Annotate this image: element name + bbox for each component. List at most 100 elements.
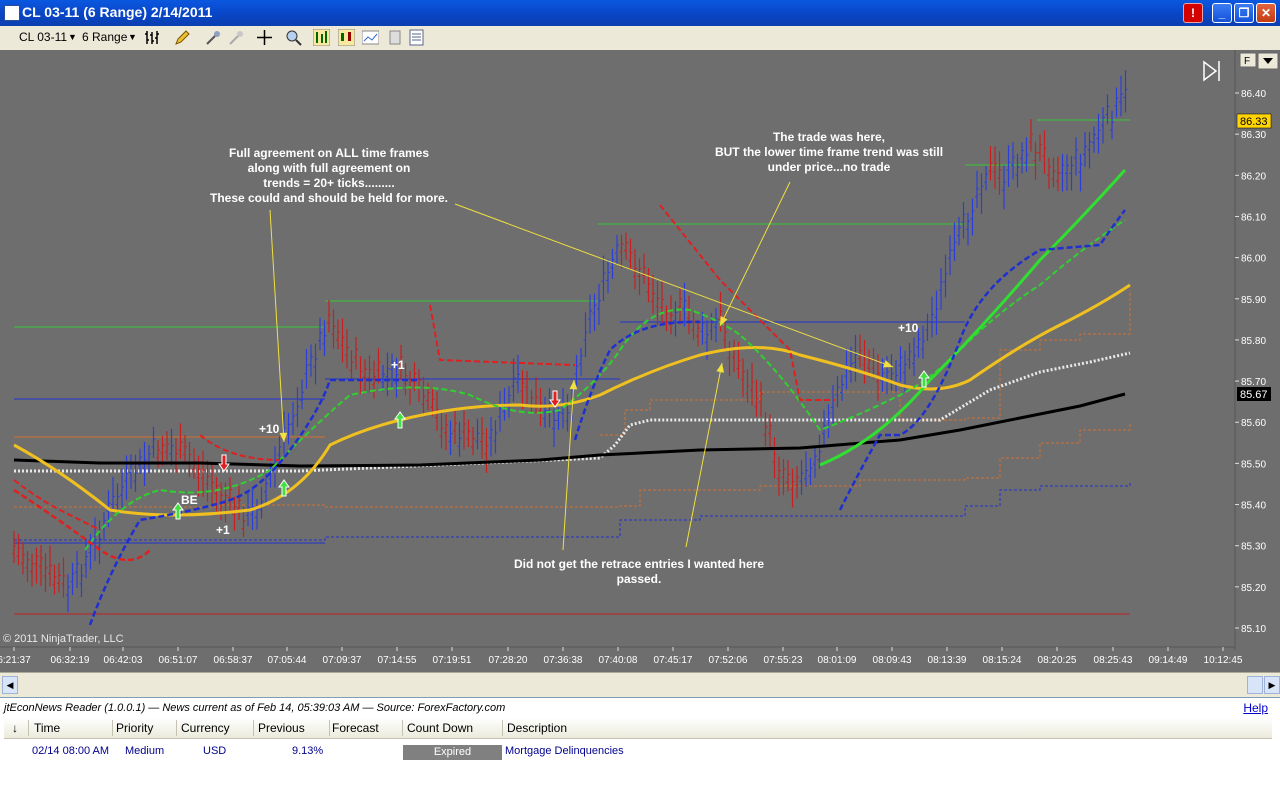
time-axis-label: 07:09:37 [323, 655, 362, 666]
row-priority: Medium [125, 745, 165, 757]
current-price-label: 86.33 [1240, 116, 1268, 128]
col-priority[interactable]: Priority [116, 721, 153, 735]
red-dashed-stop [13, 204, 835, 531]
scroll-thumb[interactable] [1247, 676, 1263, 694]
zoom-icon[interactable] [285, 29, 302, 46]
scroll-right-icon[interactable]: ▶ [1264, 676, 1280, 694]
time-axis-label: 07:40:08 [599, 655, 638, 666]
time-axis-label: 08:20:25 [1038, 655, 1077, 666]
col-countdown[interactable]: Count Down [407, 721, 473, 735]
price-axis-label: 85.50 [1241, 459, 1266, 470]
news-reader-panel: jtEconNews Reader (1.0.0.1) — News curre… [0, 697, 1280, 801]
row-countdown: Expired [403, 745, 502, 760]
minimize-button[interactable]: _ [1212, 3, 1232, 23]
signal-arrows [172, 370, 930, 520]
app-icon [4, 5, 20, 21]
price-axis-label: 85.70 [1241, 377, 1266, 388]
crosshair-icon[interactable] [256, 29, 273, 46]
magic-wand-icon[interactable] [205, 29, 222, 46]
current-price-tag: 86.33 [1236, 113, 1272, 129]
trade-label-plus10-a: +10 [259, 422, 280, 436]
scroll-to-end-icon[interactable] [1203, 60, 1220, 82]
chart-scrollbar[interactable]: ◀ ▶ [0, 672, 1280, 697]
bar-type-icon[interactable] [144, 29, 161, 46]
price-axis-label: 86.00 [1241, 254, 1266, 265]
price-axis-label: 85.90 [1241, 295, 1266, 306]
time-axis-label: 07:55:23 [764, 655, 803, 666]
price-axis-label: 85.10 [1241, 624, 1266, 635]
col-description[interactable]: Description [507, 721, 567, 735]
time-axis-label: 07:52:06 [709, 655, 748, 666]
svg-text:under price...no trade: under price...no trade [768, 160, 891, 174]
period-selector[interactable]: 6 Range [82, 30, 127, 44]
time-axis-label: 07:05:44 [268, 655, 307, 666]
chart-canvas[interactable]: 86.40 86.30 86.20 86.10 86.00 85.90 85.80 85.70… [0, 50, 1280, 672]
maximize-button[interactable]: ❐ [1234, 3, 1254, 23]
row-description: Mortgage Delinquencies [505, 745, 624, 757]
price-axis-label: 85.20 [1241, 583, 1266, 594]
price-axis-label: 86.30 [1241, 130, 1266, 141]
window-titlebar[interactable]: CL 03-11 (6 Range) 2/14/2011 ! _ ❐ ✕ [0, 0, 1280, 26]
svg-text:passed.: passed. [617, 572, 662, 586]
time-axis-label: 08:01:09 [818, 655, 857, 666]
trade-label-plus1-a: +1 [216, 523, 230, 537]
svg-text:F: F [1244, 56, 1250, 67]
annotation-trade-here: The trade was here, BUT the lower time f… [715, 130, 943, 174]
draw-pencil-icon[interactable] [174, 29, 191, 46]
time-axis-label: 06:58:37 [214, 655, 253, 666]
time-axis-label: 6:21:37 [0, 655, 31, 666]
time-axis: 6:21:37 06:32:19 06:42:03 06:51:07 06:58:37 0… [0, 647, 1243, 666]
trade-label-plus10-b: +10 [898, 321, 919, 335]
time-axis-label: 08:09:43 [873, 655, 912, 666]
f-button[interactable]: F [1239, 52, 1257, 68]
price-axis-label: 86.40 [1241, 89, 1266, 100]
time-axis-label: 08:13:39 [928, 655, 967, 666]
ma-price-label: 85.67 [1240, 389, 1268, 401]
period-dropdown-icon[interactable]: ▼ [128, 32, 137, 42]
ma-price-tag: 85.67 [1237, 387, 1271, 401]
col-currency[interactable]: Currency [181, 721, 230, 735]
svg-text:Did not get the retrace entrie: Did not get the retrace entries I wanted… [514, 557, 764, 571]
time-axis-label: 10:12:45 [1204, 655, 1243, 666]
svg-text:trends = 20+ ticks.........: trends = 20+ ticks......... [263, 176, 394, 190]
news-table-header: ↓ Time Priority Currency Previous Foreca… [4, 718, 1272, 739]
instrument-selector[interactable]: CL 03-11 [19, 30, 67, 44]
callout-agreement-plus10 [269, 209, 285, 443]
scroll-left-icon[interactable]: ◀ [2, 676, 18, 694]
price-chart[interactable]: 86.40 86.30 86.20 86.10 86.00 85.90 85.80 85.70… [0, 50, 1280, 672]
callout-retrace-b-head [716, 363, 725, 373]
time-axis-label: 07:14:55 [378, 655, 417, 666]
window-title: CL 03-11 (6 Range) 2/14/2011 [22, 4, 213, 20]
help-link[interactable]: Help [1243, 701, 1268, 715]
price-axis-label: 86.10 [1241, 212, 1266, 223]
news-title: jtEconNews Reader (1.0.0.1) — News curre… [4, 702, 506, 714]
col-previous[interactable]: Previous [258, 721, 305, 735]
chart-line-icon[interactable] [362, 29, 379, 46]
chart-toolbar: CL 03-11 ▼ 6 Range ▼ [0, 26, 1280, 51]
properties-icon[interactable] [386, 29, 403, 46]
f-dropdown-icon[interactable] [1257, 52, 1279, 70]
col-time[interactable]: Time [34, 721, 60, 735]
annotation-agreement: Full agreement on ALL time frames along … [210, 146, 448, 205]
row-currency: USD [203, 745, 227, 757]
price-axis-label: 86.20 [1241, 171, 1266, 182]
row-time: 02/14 08:00 AM [32, 745, 110, 757]
time-axis-label: 06:32:19 [51, 655, 90, 666]
svg-text:The trade was here,: The trade was here, [773, 130, 885, 144]
time-axis-label: 06:42:03 [104, 655, 143, 666]
callout-agreement-plus10-b [454, 203, 894, 368]
time-axis-label: 08:25:43 [1094, 655, 1133, 666]
chart-candles-icon[interactable] [338, 29, 355, 46]
alert-button[interactable]: ! [1183, 3, 1203, 23]
sort-arrow-icon[interactable]: ↓ [12, 721, 18, 735]
row-previous: 9.13% [292, 745, 324, 757]
close-button[interactable]: ✕ [1256, 3, 1276, 23]
col-forecast[interactable]: Forecast [332, 721, 379, 735]
data-box-icon[interactable] [408, 29, 425, 46]
svg-text:These could and should be held: These could and should be held for more. [210, 191, 448, 205]
time-axis-label: 06:51:07 [159, 655, 198, 666]
chart-bars-icon[interactable] [313, 29, 330, 46]
instrument-dropdown-icon[interactable]: ▼ [68, 32, 77, 42]
price-axis-label: 85.60 [1241, 418, 1266, 429]
wand-disabled-icon[interactable] [228, 29, 245, 46]
